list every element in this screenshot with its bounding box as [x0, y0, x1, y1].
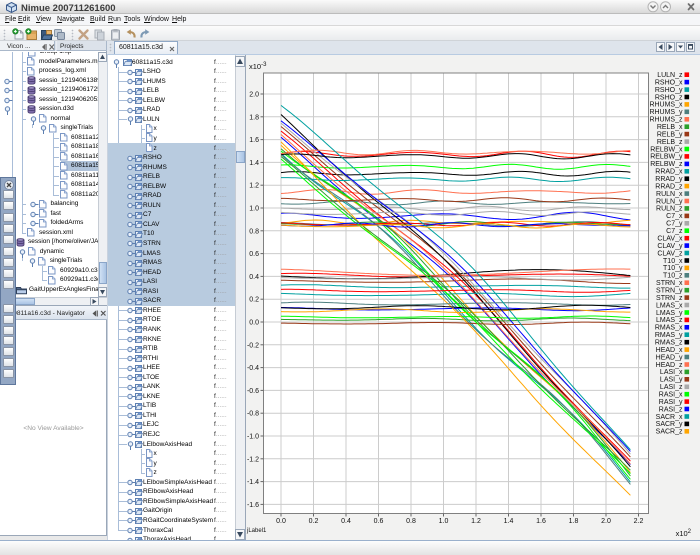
- svg-text:STRN_y: STRN_y: [656, 288, 683, 295]
- svg-text:RRAD_z: RRAD_z: [655, 183, 683, 190]
- svg-text:LULN_z: LULN_z: [657, 72, 683, 79]
- svg-text:2.0: 2.0: [249, 92, 259, 99]
- svg-text:SACR_z: SACR_z: [656, 429, 683, 436]
- svg-text:LASI_z: LASI_z: [660, 384, 683, 391]
- svg-text:STRN_x: STRN_x: [656, 280, 683, 287]
- svg-text:-1.0: -1.0: [247, 434, 259, 441]
- svg-text:RELB_y: RELB_y: [657, 131, 683, 138]
- svg-text:RSHO_x: RSHO_x: [655, 79, 683, 86]
- svg-text:RSHO_z: RSHO_z: [655, 94, 683, 101]
- svg-text:0.8: 0.8: [249, 228, 259, 235]
- svg-text:RSHO_y: RSHO_y: [655, 87, 683, 94]
- svg-text:jLabel1: jLabel1: [246, 528, 267, 534]
- svg-text:0.6: 0.6: [249, 251, 259, 258]
- svg-text:0.2: 0.2: [309, 518, 319, 525]
- svg-text:CLAV_z: CLAV_z: [657, 250, 683, 257]
- svg-text:1.2: 1.2: [471, 518, 481, 525]
- svg-text:-1.4: -1.4: [247, 479, 259, 486]
- svg-text:1.8: 1.8: [249, 114, 259, 121]
- svg-text:0.4: 0.4: [341, 518, 351, 525]
- svg-text:RASI_x: RASI_x: [659, 392, 683, 399]
- svg-text:1.2: 1.2: [249, 183, 259, 190]
- svg-text:0.0: 0.0: [249, 320, 259, 327]
- svg-text:C7_z: C7_z: [666, 228, 683, 235]
- svg-text:RELBW_z: RELBW_z: [650, 161, 683, 168]
- svg-text:HEAD_z: HEAD_z: [656, 362, 683, 369]
- svg-text:RRAD_x: RRAD_x: [655, 169, 683, 176]
- svg-text:LASI_y: LASI_y: [660, 377, 683, 384]
- svg-text:C7_x: C7_x: [666, 213, 683, 220]
- svg-text:SACR_x: SACR_x: [656, 414, 683, 421]
- svg-text:RULN_y: RULN_y: [656, 198, 683, 205]
- svg-text:T10_x: T10_x: [663, 258, 683, 265]
- svg-text:1.4: 1.4: [504, 518, 514, 525]
- svg-text:1.6: 1.6: [249, 137, 259, 144]
- svg-text:0.0: 0.0: [276, 518, 286, 525]
- svg-text:LMAS_x: LMAS_x: [656, 302, 683, 309]
- svg-text:RELB_z: RELB_z: [657, 139, 683, 146]
- svg-text:RHUMS_x: RHUMS_x: [649, 102, 683, 109]
- svg-text:-1.6: -1.6: [247, 502, 259, 509]
- svg-text:RASI_z: RASI_z: [659, 406, 683, 413]
- svg-text:-0.6: -0.6: [247, 388, 259, 395]
- svg-text:-0.4: -0.4: [247, 365, 259, 372]
- svg-text:1.0: 1.0: [249, 206, 259, 213]
- svg-text:0.4: 0.4: [249, 274, 259, 281]
- svg-text:2.0: 2.0: [601, 518, 611, 525]
- svg-text:RELBW_y: RELBW_y: [650, 154, 683, 161]
- svg-text:RELBW_x: RELBW_x: [650, 146, 683, 153]
- svg-text:0.2: 0.2: [249, 297, 259, 304]
- svg-text:CLAV_x: CLAV_x: [657, 236, 683, 243]
- svg-text:SACR_y: SACR_y: [656, 421, 683, 428]
- svg-text:-0.2: -0.2: [247, 342, 259, 349]
- svg-text:RASI_y: RASI_y: [659, 399, 683, 406]
- svg-text:RMAS_z: RMAS_z: [655, 340, 683, 347]
- svg-text:RMAS_y: RMAS_y: [655, 332, 683, 339]
- svg-text:STRN_z: STRN_z: [656, 295, 683, 302]
- svg-text:T10_z: T10_z: [663, 273, 683, 280]
- svg-text:1.0: 1.0: [439, 518, 449, 525]
- svg-text:-1.2: -1.2: [247, 456, 259, 463]
- svg-text:C7_y: C7_y: [666, 221, 683, 228]
- svg-text:1.6: 1.6: [536, 518, 546, 525]
- svg-text:CLAV_y: CLAV_y: [657, 243, 683, 250]
- svg-text:LMAS_y: LMAS_y: [656, 310, 683, 317]
- svg-text:LMAS_z: LMAS_z: [656, 317, 683, 324]
- svg-text:RULN_x: RULN_x: [656, 191, 683, 198]
- svg-text:1.4: 1.4: [249, 160, 259, 167]
- svg-text:-0.8: -0.8: [247, 411, 259, 418]
- svg-text:RHUMS_z: RHUMS_z: [649, 117, 683, 124]
- svg-text:RELB_x: RELB_x: [657, 124, 683, 131]
- svg-text:RRAD_y: RRAD_y: [655, 176, 683, 183]
- svg-text:2.2: 2.2: [634, 518, 644, 525]
- svg-text:1.8: 1.8: [569, 518, 579, 525]
- svg-text:RULN_z: RULN_z: [656, 206, 683, 213]
- svg-text:0.6: 0.6: [374, 518, 384, 525]
- svg-text:T10_y: T10_y: [663, 265, 683, 272]
- svg-text:HEAD_y: HEAD_y: [656, 354, 683, 361]
- svg-text:RHUMS_y: RHUMS_y: [649, 109, 683, 116]
- svg-text:LASI_x: LASI_x: [660, 369, 683, 376]
- svg-text:HEAD_x: HEAD_x: [656, 347, 683, 354]
- svg-text:0.8: 0.8: [406, 518, 416, 525]
- svg-text:RMAS_x: RMAS_x: [655, 325, 683, 332]
